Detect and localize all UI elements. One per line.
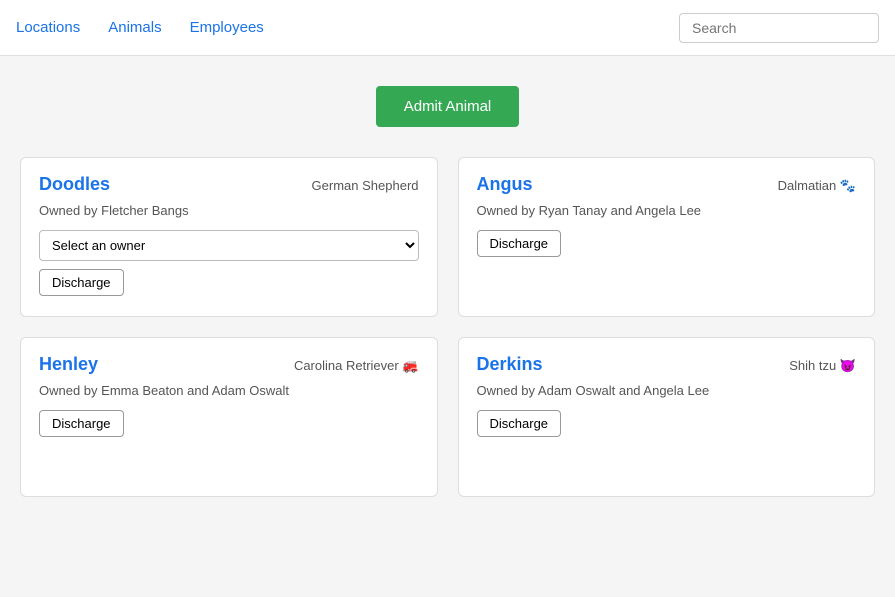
admit-animal-button[interactable]: Admit Animal — [376, 86, 520, 127]
breed-info-derkins: Shih tzu 😈 — [789, 358, 856, 374]
breed-emoji-henley: 🚒 — [402, 358, 418, 373]
breed-info-doodles: German Shepherd — [312, 178, 419, 193]
animal-name-derkins: Derkins — [477, 354, 543, 375]
discharge-button-henley[interactable]: Discharge — [39, 410, 124, 437]
owned-by-doodles: Owned by Fletcher Bangs — [39, 203, 419, 218]
nav-link-animals[interactable]: Animals — [108, 19, 161, 36]
main-content: Admit Animal Doodles German Shepherd Own… — [0, 56, 895, 597]
animal-card-henley: Henley Carolina Retriever 🚒 Owned by Emm… — [20, 337, 438, 497]
nav-link-employees[interactable]: Employees — [190, 19, 264, 36]
card-header-doodles: Doodles German Shepherd — [39, 174, 419, 195]
animal-card-doodles: Doodles German Shepherd Owned by Fletche… — [20, 157, 438, 317]
owner-select-doodles[interactable]: Select an owner — [39, 230, 419, 261]
owned-by-henley: Owned by Emma Beaton and Adam Oswalt — [39, 383, 419, 398]
discharge-button-doodles[interactable]: Discharge — [39, 269, 124, 296]
card-header-henley: Henley Carolina Retriever 🚒 — [39, 354, 419, 375]
animal-name-angus: Angus — [477, 174, 533, 195]
animal-card-derkins: Derkins Shih tzu 😈 Owned by Adam Oswalt … — [458, 337, 876, 497]
admit-row: Admit Animal — [20, 86, 875, 127]
nav-link-locations[interactable]: Locations — [16, 19, 80, 36]
search-input[interactable] — [679, 13, 879, 43]
card-header-derkins: Derkins Shih tzu 😈 — [477, 354, 857, 375]
animal-name-doodles: Doodles — [39, 174, 110, 195]
animal-name-henley: Henley — [39, 354, 98, 375]
owned-by-angus: Owned by Ryan Tanay and Angela Lee — [477, 203, 857, 218]
breed-info-henley: Carolina Retriever 🚒 — [294, 358, 419, 374]
navbar: Locations Animals Employees — [0, 0, 895, 56]
animals-grid: Doodles German Shepherd Owned by Fletche… — [20, 157, 875, 497]
discharge-button-angus[interactable]: Discharge — [477, 230, 562, 257]
card-header-angus: Angus Dalmatian 🐾 — [477, 174, 857, 195]
breed-info-angus: Dalmatian 🐾 — [778, 178, 856, 194]
breed-emoji-derkins: 😈 — [840, 358, 856, 373]
discharge-button-derkins[interactable]: Discharge — [477, 410, 562, 437]
breed-emoji-angus: 🐾 — [840, 178, 856, 193]
animal-card-angus: Angus Dalmatian 🐾 Owned by Ryan Tanay an… — [458, 157, 876, 317]
owned-by-derkins: Owned by Adam Oswalt and Angela Lee — [477, 383, 857, 398]
